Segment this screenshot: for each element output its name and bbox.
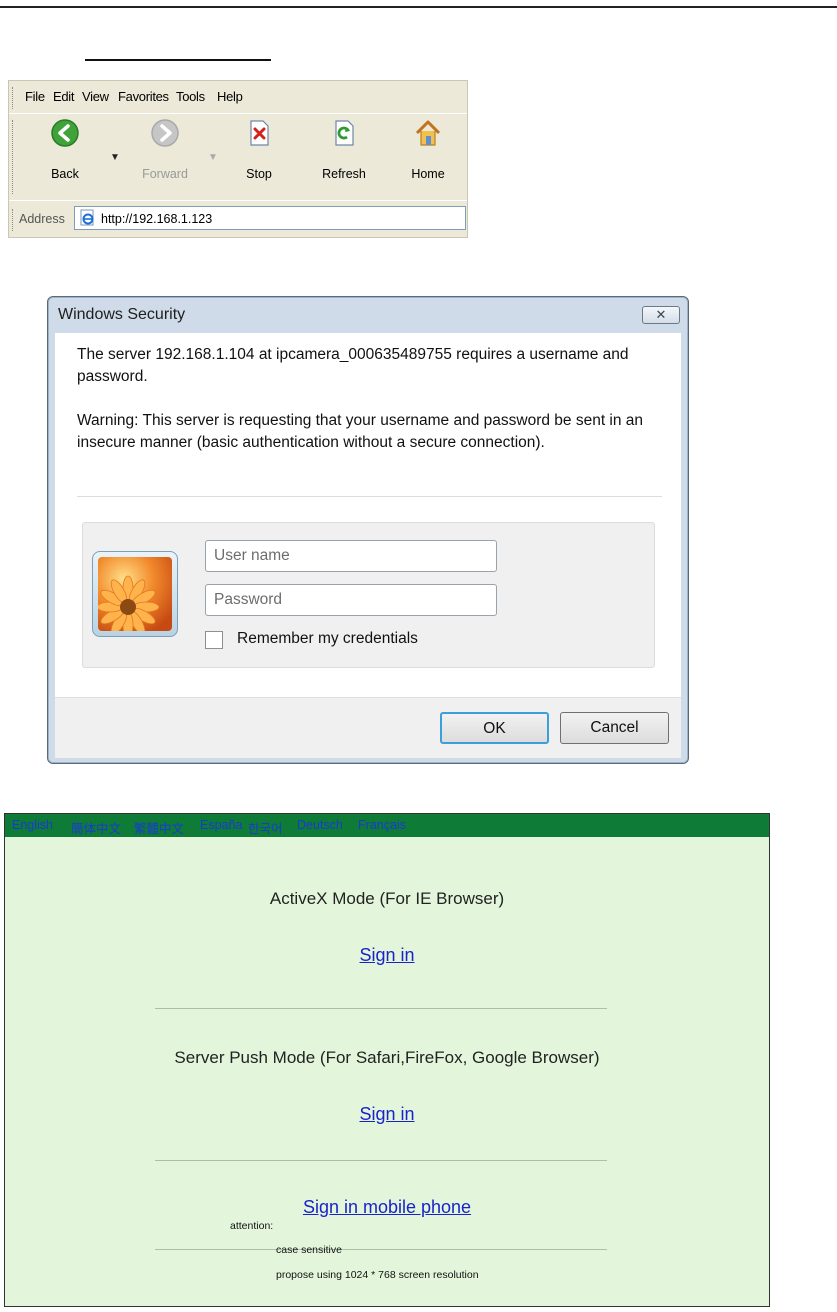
flower-avatar-icon xyxy=(98,557,172,631)
activex-signin-link[interactable]: Sign in xyxy=(359,945,414,965)
dialog-body: The server 192.168.1.104 at ipcamera_000… xyxy=(55,333,681,758)
forward-label: Forward xyxy=(142,167,188,181)
close-icon: ✕ xyxy=(655,307,667,322)
menu-bar: File Edit View Favorites Tools Help xyxy=(9,81,467,113)
lang-korean[interactable]: 한국어 xyxy=(248,818,283,837)
address-value: http://192.168.1.123 xyxy=(101,212,213,226)
mobile-signin-link[interactable]: Sign in mobile phone xyxy=(303,1197,471,1217)
toolbar-grip xyxy=(12,209,15,231)
divider xyxy=(155,1160,607,1161)
remember-checkbox[interactable] xyxy=(205,631,223,649)
server-message: The server 192.168.1.104 at ipcamera_000… xyxy=(77,346,629,385)
stop-label: Stop xyxy=(246,167,272,181)
forward-dropdown[interactable]: ▼ xyxy=(208,152,218,163)
stop-button[interactable]: Stop xyxy=(229,118,289,181)
address-label: Address xyxy=(19,212,65,226)
dialog-titlebar: Windows Security ✕ xyxy=(48,297,688,333)
refresh-label: Refresh xyxy=(322,167,366,181)
toolbar-grip xyxy=(12,120,15,194)
remember-label: Remember my credentials xyxy=(237,630,418,647)
camera-login-page: English 簡体中文 繁體中文 España 한국어 Deutsch Fra… xyxy=(4,813,770,1307)
menu-tools[interactable]: Tools xyxy=(176,89,205,104)
user-avatar xyxy=(92,551,178,637)
lang-french[interactable]: Français xyxy=(358,818,406,832)
credential-tile: Remember my credentials xyxy=(82,522,655,668)
cancel-button[interactable]: Cancel xyxy=(560,712,669,744)
top-rule xyxy=(0,6,837,8)
menu-favorites[interactable]: Favorites xyxy=(118,89,169,104)
home-button[interactable]: Home xyxy=(398,118,458,181)
back-label: Back xyxy=(51,167,79,181)
password-input[interactable] xyxy=(205,584,497,616)
refresh-button[interactable]: Refresh xyxy=(314,118,374,181)
menu-view[interactable]: View xyxy=(82,89,109,104)
serverpush-heading: Server Push Mode (For Safari,FireFox, Go… xyxy=(174,1048,600,1067)
divider xyxy=(155,1008,607,1009)
username-input[interactable] xyxy=(205,540,497,572)
language-bar: English 簡体中文 繁體中文 España 한국어 Deutsch Fra… xyxy=(5,814,769,837)
serverpush-signin-link[interactable]: Sign in xyxy=(359,1104,414,1124)
underline-rule xyxy=(85,59,271,61)
toolbar-grip xyxy=(12,87,15,109)
home-label: Home xyxy=(411,167,445,181)
forward-button[interactable]: Forward xyxy=(135,118,195,181)
menu-edit[interactable]: Edit xyxy=(53,89,75,104)
dialog-title: Windows Security xyxy=(58,306,186,323)
back-button[interactable]: Back xyxy=(35,118,95,181)
divider xyxy=(155,1249,607,1250)
lang-german[interactable]: Deutsch xyxy=(297,818,343,832)
back-dropdown[interactable]: ▼ xyxy=(110,152,120,163)
menu-help[interactable]: Help xyxy=(217,89,243,104)
lang-simplified-chinese[interactable]: 簡体中文 xyxy=(71,818,121,837)
address-bar: Address http://192.168.1.123 xyxy=(9,200,467,238)
refresh-icon xyxy=(335,120,354,146)
activex-heading: ActiveX Mode (For IE Browser) xyxy=(269,889,505,908)
ok-button[interactable]: OK xyxy=(440,712,549,744)
lang-spanish[interactable]: España xyxy=(200,818,242,832)
note-resolution: propose using 1024 * 768 screen resoluti… xyxy=(276,1269,479,1281)
forward-arrow-icon xyxy=(151,119,179,147)
standard-buttons: Back ▼ Forward ▼ Stop Refresh Home xyxy=(9,113,467,200)
menu-file[interactable]: File xyxy=(25,89,45,104)
divider xyxy=(77,496,662,497)
windows-security-dialog: Windows Security ✕ The server 192.168.1.… xyxy=(47,296,689,764)
back-arrow-icon xyxy=(51,119,79,147)
lang-english[interactable]: English xyxy=(12,818,53,832)
dialog-footer: OK Cancel xyxy=(55,697,681,758)
note-case-sensitive: case sensitive xyxy=(276,1244,342,1256)
address-input[interactable]: http://192.168.1.123 xyxy=(74,206,466,230)
ie-toolbar: File Edit View Favorites Tools Help Back… xyxy=(8,80,468,238)
security-warning: Warning: This server is requesting that … xyxy=(77,412,644,451)
ie-page-icon xyxy=(80,209,94,226)
attention-label: attention: xyxy=(230,1220,274,1232)
home-icon xyxy=(415,120,441,146)
stop-icon xyxy=(250,120,269,146)
lang-traditional-chinese[interactable]: 繁體中文 xyxy=(134,818,184,837)
close-button[interactable]: ✕ xyxy=(642,306,680,324)
